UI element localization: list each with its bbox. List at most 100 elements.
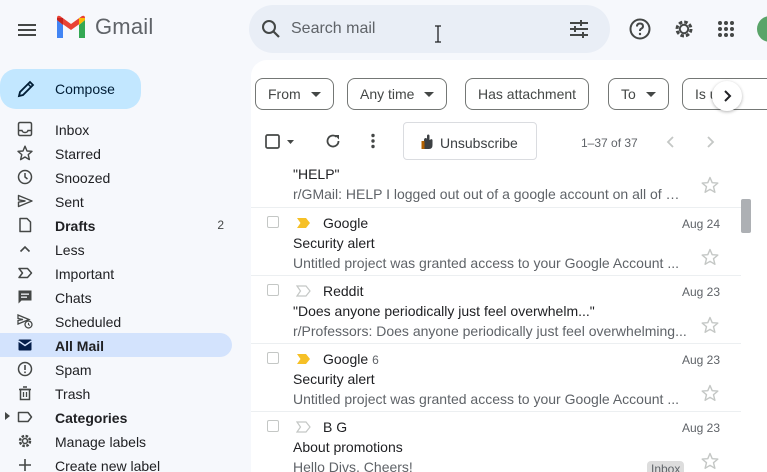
email-list: "HELP" r/GMail: HELP I logged out out of… <box>251 164 741 472</box>
sidebar-item-label: Snoozed <box>55 170 111 186</box>
chevron-down-icon <box>645 91 656 97</box>
sidebar-item-label: Starred <box>55 146 101 162</box>
sidebar-item-label: Create new label <box>55 458 161 472</box>
search-input[interactable] <box>291 18 551 40</box>
email-row[interactable]: Reddit Aug 23 "Does anyone periodically … <box>251 276 741 344</box>
sidebar-item-manage-labels[interactable]: Manage labels <box>0 429 232 453</box>
mail-list-panel: From Any time Has attachment To Is u Uns… <box>251 60 767 472</box>
sidebar-item-important[interactable]: Important <box>0 261 232 285</box>
sidebar-item-trash[interactable]: Trash <box>0 381 232 405</box>
filter-to-chip[interactable]: To <box>608 78 669 110</box>
email-row[interactable]: "HELP" r/GMail: HELP I logged out out of… <box>251 164 741 208</box>
sidebar-item-label: Less <box>55 242 85 258</box>
list-scrollbar-thumb[interactable] <box>741 199 751 233</box>
sidebar-item-snoozed[interactable]: Snoozed <box>0 165 232 189</box>
thread-count: 6 <box>372 353 379 367</box>
email-subject: "Does anyone periodically just feel over… <box>293 303 595 319</box>
sidebar-item-label: Categories <box>55 410 128 426</box>
star-toggle-icon[interactable] <box>701 176 719 194</box>
unsubscribe-button[interactable]: Unsubscribe <box>403 122 537 160</box>
star-icon <box>17 145 33 161</box>
all-mail-icon <box>18 339 32 351</box>
filter-any-time-chip[interactable]: Any time <box>347 78 448 110</box>
refresh-icon[interactable] <box>324 132 342 155</box>
filter-from-chip[interactable]: From <box>255 78 334 110</box>
search-bar[interactable] <box>249 5 610 53</box>
email-sender: Google 6 <box>323 351 379 367</box>
sidebar-item-categories[interactable]: Categories <box>0 405 232 429</box>
spam-icon <box>17 361 33 377</box>
email-snippet: r/Professors: Does anyone periodically j… <box>293 323 687 339</box>
row-checkbox[interactable] <box>267 216 279 228</box>
important-marker-icon[interactable] <box>296 285 312 297</box>
gear-icon <box>18 434 32 448</box>
sidebar-item-label: Trash <box>55 386 91 402</box>
gmail-m-icon <box>57 15 85 38</box>
star-toggle-icon[interactable] <box>701 316 719 334</box>
sender-name: Google <box>323 215 369 231</box>
search-options-icon[interactable] <box>567 17 591 41</box>
expand-caret-icon[interactable] <box>5 412 10 420</box>
email-row[interactable]: Google Aug 24 Security alert Untitled pr… <box>251 208 741 276</box>
text-cursor-icon <box>435 25 441 43</box>
important-marker-icon[interactable] <box>296 217 312 229</box>
email-date: Aug 24 <box>681 217 720 231</box>
apps-grid-icon[interactable] <box>713 16 739 42</box>
chevron-right-icon <box>724 90 732 102</box>
label-icon <box>17 411 33 423</box>
row-checkbox[interactable] <box>267 284 279 296</box>
email-snippet: Untitled project was granted access to y… <box>293 255 679 271</box>
compose-label: Compose <box>55 81 115 97</box>
sidebar-item-drafts[interactable]: Drafts 2 <box>0 213 232 237</box>
email-snippet: r/GMail: HELP I logged out out of a goog… <box>293 186 688 202</box>
star-toggle-icon[interactable] <box>701 384 719 402</box>
newer-page-button[interactable] <box>663 134 679 155</box>
sidebar-item-chats[interactable]: Chats <box>0 285 232 309</box>
star-toggle-icon[interactable] <box>701 248 719 266</box>
help-icon[interactable] <box>627 16 653 42</box>
filter-has-attachment-chip[interactable]: Has attachment <box>465 78 590 110</box>
email-row[interactable]: B G Aug 23 About promotions Hello Divs, … <box>251 412 741 472</box>
sidebar-item-inbox[interactable]: Inbox <box>0 117 232 141</box>
search-icon[interactable] <box>259 17 283 41</box>
important-marker-icon[interactable] <box>296 353 312 365</box>
more-vert-icon[interactable] <box>365 132 381 155</box>
sidebar-item-sent[interactable]: Sent <box>0 189 232 213</box>
compose-button[interactable]: Compose <box>0 69 141 109</box>
sidebar-item-scheduled[interactable]: Scheduled <box>0 309 232 333</box>
account-avatar[interactable] <box>757 16 767 42</box>
sidebar-item-label: Scheduled <box>55 314 122 330</box>
scheduled-send-icon <box>17 314 33 329</box>
email-date: Aug 23 <box>681 285 720 299</box>
email-sender: Reddit <box>323 283 363 299</box>
row-checkbox[interactable] <box>267 420 279 432</box>
email-subject: Security alert <box>293 371 375 387</box>
list-toolbar: Unsubscribe 1–37 of 37 <box>251 120 767 164</box>
sidebar-item-starred[interactable]: Starred <box>0 141 232 165</box>
filter-label: To <box>621 86 636 102</box>
inbox-icon <box>17 121 33 137</box>
sidebar-item-label: All Mail <box>55 338 105 354</box>
settings-gear-icon[interactable] <box>671 16 697 42</box>
chevron-right-icon <box>707 136 715 148</box>
app-header: Gmail <box>0 0 767 60</box>
important-marker-icon[interactable] <box>296 421 312 433</box>
sidebar-item-less[interactable]: Less <box>0 237 232 261</box>
chevron-down-icon <box>424 91 435 97</box>
gmail-logo[interactable]: Gmail <box>55 14 153 40</box>
select-all-checkbox[interactable] <box>265 133 295 156</box>
sidebar-item-spam[interactable]: Spam <box>0 357 232 381</box>
sidebar-item-create-label[interactable]: Create new label <box>0 453 232 472</box>
inbox-label-chip[interactable]: Inbox <box>647 461 685 472</box>
email-row[interactable]: Google 6 Aug 23 Security alert Untitled p… <box>251 344 741 412</box>
row-checkbox[interactable] <box>267 352 279 364</box>
send-icon <box>17 194 33 208</box>
older-page-button[interactable] <box>702 134 718 155</box>
filters-next-button[interactable] <box>712 81 742 111</box>
email-sender: B G <box>323 419 347 435</box>
sender-name: Reddit <box>323 283 364 299</box>
email-date: Aug 23 <box>681 353 720 367</box>
star-toggle-icon[interactable] <box>701 452 719 470</box>
main-menu-icon[interactable] <box>14 17 40 43</box>
sidebar-item-all-mail[interactable]: All Mail <box>0 333 232 357</box>
